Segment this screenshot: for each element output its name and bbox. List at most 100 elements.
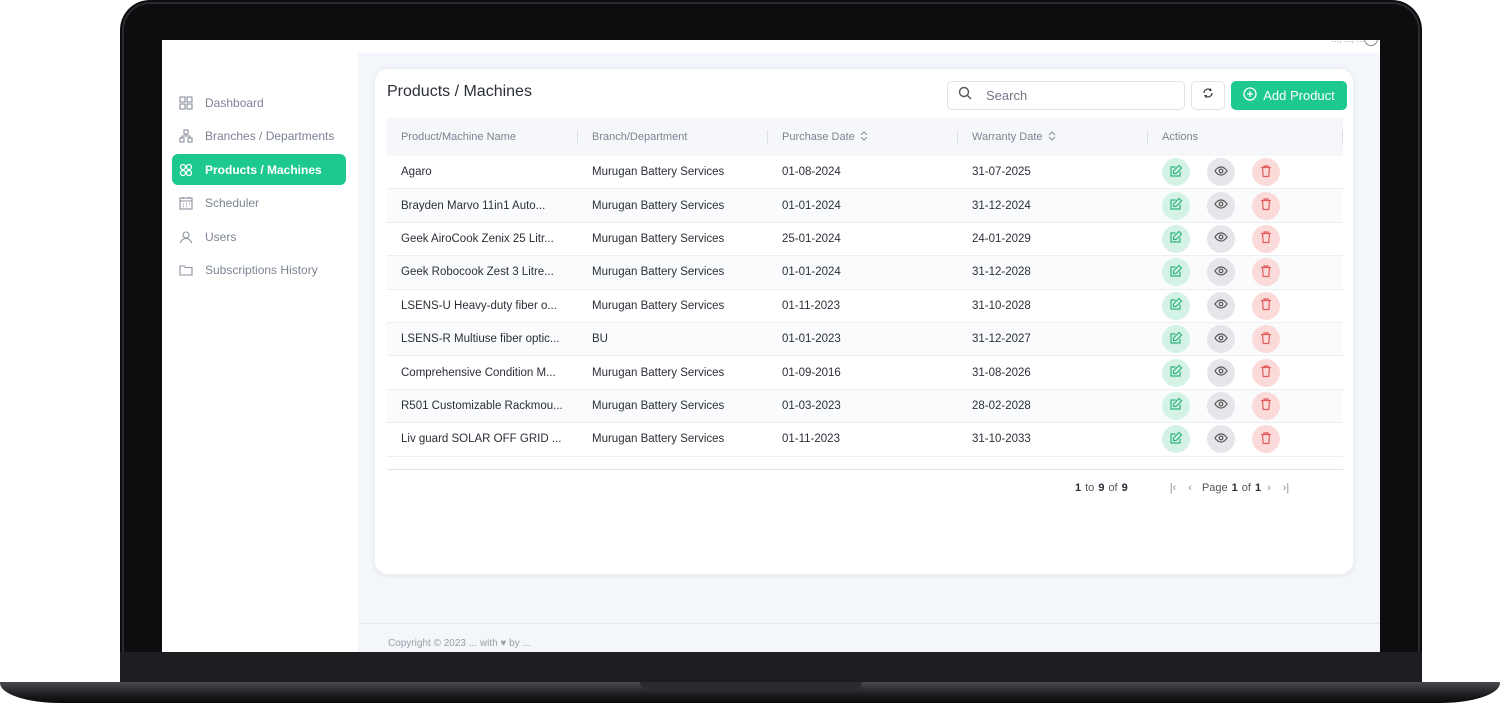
table-row: Geek Robocook Zest 3 Litre... Murugan Bat…: [387, 256, 1343, 290]
table-cell: Murugan Battery Services: [592, 199, 725, 212]
edit-button[interactable]: [1162, 358, 1190, 387]
page-of-word: of: [1241, 482, 1251, 494]
edit-button[interactable]: [1162, 291, 1190, 320]
table-cell: Murugan Battery Services: [592, 232, 725, 245]
table-cell: R501 Customizable Rackmou...: [401, 399, 563, 412]
view-button[interactable]: [1207, 191, 1235, 220]
view-button[interactable]: [1207, 358, 1235, 387]
first-page-icon[interactable]: |‹: [1170, 482, 1177, 494]
edit-icon: [1169, 331, 1183, 348]
view-button[interactable]: [1207, 391, 1235, 420]
view-button[interactable]: [1207, 158, 1235, 187]
sidebar-item-label: Products / Machines: [205, 162, 322, 177]
app-screen: ..., ..., ... Dashboard Branches / Depart…: [162, 40, 1380, 652]
last-page-icon[interactable]: ›|: [1283, 482, 1290, 494]
delete-button[interactable]: [1252, 191, 1280, 220]
refresh-icon: [1201, 86, 1215, 105]
table-row: LSENS-R Multiuse fiber optic... BU 01-01-2…: [387, 322, 1343, 357]
calendar-icon: [179, 196, 193, 210]
main-content: Products / Machines Add Product Pro: [358, 53, 1380, 652]
view-button[interactable]: [1207, 224, 1235, 253]
sidebar-item-users[interactable]: Users: [172, 221, 346, 252]
eye-icon: [1214, 331, 1228, 348]
page-range-of-word: of: [1108, 482, 1118, 494]
edit-button[interactable]: [1162, 258, 1190, 287]
edit-button[interactable]: [1162, 325, 1190, 354]
grid-icon: [179, 95, 193, 110]
column-header-label: Warranty Date: [972, 131, 1043, 143]
row-actions: [1148, 358, 1343, 387]
search-box[interactable]: [947, 81, 1185, 110]
sidebar-item-branches-departments[interactable]: Branches / Departments: [172, 121, 346, 152]
row-actions: [1148, 391, 1343, 420]
view-button[interactable]: [1207, 425, 1235, 454]
column-header: Product/Machine Name: [387, 118, 578, 156]
view-button[interactable]: [1207, 258, 1235, 287]
search-input[interactable]: [986, 88, 1166, 103]
row-actions: [1148, 224, 1343, 253]
pagination: 1 to 9 of 9 |‹ ‹ Page 1 of 1 › ›|: [1075, 482, 1295, 494]
edit-icon: [1169, 197, 1183, 214]
sort-icon[interactable]: [860, 130, 868, 144]
sidebar-item-label: Users: [205, 229, 237, 244]
table-cell: 01-11-2023: [782, 299, 840, 312]
edit-button[interactable]: [1162, 224, 1190, 253]
delete-button[interactable]: [1252, 391, 1280, 420]
table-row: Comprehensive Condition M... Murugan Batt…: [387, 356, 1343, 390]
delete-button[interactable]: [1252, 291, 1280, 320]
user-avatar-icon[interactable]: [1364, 40, 1378, 46]
delete-button[interactable]: [1252, 158, 1280, 187]
edit-icon: [1169, 164, 1183, 181]
trash-icon: [1259, 264, 1273, 281]
page-title: Products / Machines: [387, 83, 532, 100]
table-cell: Murugan Battery Services: [592, 366, 725, 379]
footer: Copyright © 2023 ... with ♥ by ...: [358, 623, 1380, 652]
table-cell: Murugan Battery Services: [592, 433, 725, 446]
eye-icon: [1214, 397, 1228, 414]
sidebar-item-label: Scheduler: [205, 196, 260, 210]
add-product-button[interactable]: Add Product: [1231, 81, 1347, 110]
trash-icon: [1259, 230, 1273, 247]
delete-button[interactable]: [1252, 258, 1280, 287]
sidebar-item-products-machines[interactable]: Products / Machines: [172, 154, 346, 185]
table-cell: 31-08-2026: [972, 366, 1031, 379]
sort-icon[interactable]: [1048, 130, 1056, 144]
table-cell: 31-12-2028: [972, 266, 1031, 279]
edit-button[interactable]: [1162, 191, 1190, 220]
table-body: Agaro Murugan Battery Services 01-08-2024 3…: [387, 156, 1343, 457]
table-divider: [387, 469, 1343, 470]
current-page: 1: [1231, 482, 1238, 494]
eye-icon: [1214, 264, 1228, 281]
edit-button[interactable]: [1162, 425, 1190, 454]
eye-icon: [1214, 364, 1228, 381]
delete-button[interactable]: [1252, 358, 1280, 387]
sidebar: Dashboard Branches / Departments Products …: [162, 53, 358, 652]
table-cell: Murugan Battery Services: [592, 299, 725, 312]
delete-button[interactable]: [1252, 425, 1280, 454]
trash-icon: [1259, 164, 1273, 181]
next-page-icon[interactable]: ›: [1267, 482, 1271, 494]
view-button[interactable]: [1207, 291, 1235, 320]
delete-button[interactable]: [1252, 224, 1280, 253]
table-row: R501 Customizable Rackmou... Murugan Batt…: [387, 389, 1343, 424]
eye-icon: [1214, 297, 1228, 314]
trash-icon: [1259, 331, 1273, 348]
column-header[interactable]: Warranty Date: [958, 118, 1148, 156]
sidebar-item-scheduler[interactable]: Scheduler: [172, 188, 346, 219]
delete-button[interactable]: [1252, 325, 1280, 354]
table-cell: Comprehensive Condition M...: [401, 366, 556, 379]
table-cell: 01-01-2023: [782, 333, 841, 346]
column-header[interactable]: Purchase Date: [768, 118, 958, 156]
edit-button[interactable]: [1162, 391, 1190, 420]
sidebar-item-dashboard[interactable]: Dashboard: [172, 87, 346, 118]
sidebar-item-subscriptions-history[interactable]: Subscriptions History: [172, 255, 346, 286]
prev-page-icon[interactable]: ‹: [1188, 482, 1192, 494]
view-button[interactable]: [1207, 325, 1235, 354]
edit-button[interactable]: [1162, 158, 1190, 187]
sidebar-item-label: Dashboard: [205, 95, 264, 110]
edit-icon: [1169, 230, 1183, 247]
edit-icon: [1169, 364, 1183, 381]
refresh-button[interactable]: [1191, 81, 1225, 110]
trash-icon: [1259, 197, 1273, 214]
column-header: Branch/Department: [578, 118, 768, 156]
